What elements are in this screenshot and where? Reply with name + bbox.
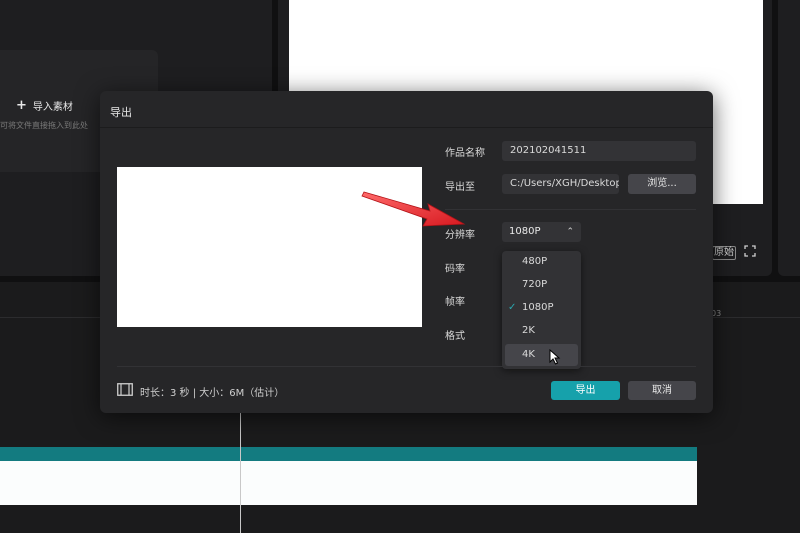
export-dialog: 导出 作品名称 202102041511 导出至 C:/Users/XGH/De… — [100, 91, 713, 413]
import-media-button[interactable]: + 导入素材 — [16, 98, 73, 113]
chevron-up-icon: ⌃ — [566, 227, 574, 237]
path-input[interactable]: C:/Users/XGH/Desktop — [502, 174, 619, 194]
dialog-title: 导出 — [110, 106, 132, 119]
option-2k[interactable]: 2K — [502, 320, 581, 342]
resolution-value: 1080P — [509, 226, 541, 237]
option-label: 720P — [522, 279, 548, 290]
footer-divider — [117, 366, 696, 367]
timeline-clip-header[interactable] — [0, 447, 697, 461]
option-4k[interactable]: 4K — [505, 344, 578, 366]
name-input[interactable]: 202102041511 — [502, 141, 696, 161]
export-button[interactable]: 导出 — [551, 381, 620, 400]
import-hint: 可将文件直接拖入到此处 — [0, 121, 88, 130]
export-info: 时长：3 秒 | 大小：6M（估计） — [140, 388, 285, 399]
playhead[interactable] — [240, 408, 241, 533]
ratio-button[interactable]: 原始 — [712, 246, 736, 260]
option-720p[interactable]: 720P — [502, 274, 581, 296]
check-icon: ✓ — [508, 302, 517, 313]
option-1080p[interactable]: ✓ 1080P — [502, 297, 581, 319]
dialog-divider — [100, 127, 713, 128]
format-label: 格式 — [445, 331, 465, 342]
properties-panel — [778, 0, 800, 276]
annotation-arrow-icon — [361, 191, 466, 227]
cancel-button[interactable]: 取消 — [628, 381, 696, 400]
app-window: + 导入素材 可将文件直接拖入到此处 原始 03 导出 作品名称 2021020… — [0, 0, 800, 533]
bitrate-label: 码率 — [445, 264, 465, 275]
browse-button[interactable]: 浏览... — [628, 174, 696, 194]
option-label: 4K — [522, 349, 535, 360]
film-icon — [117, 383, 133, 396]
option-label: 2K — [522, 325, 535, 336]
name-label: 作品名称 — [445, 148, 485, 159]
option-480p[interactable]: 480P — [502, 251, 581, 273]
option-label: 480P — [522, 256, 548, 267]
section-divider — [445, 209, 696, 210]
mouse-cursor-icon — [549, 349, 561, 365]
resolution-select[interactable]: 1080P ⌃ — [502, 222, 581, 242]
plus-icon: + — [16, 98, 27, 113]
timeline-clip[interactable] — [0, 461, 697, 505]
option-label: 1080P — [522, 302, 554, 313]
resolution-dropdown: 480P 720P ✓ 1080P 2K 4K — [502, 251, 581, 369]
expand-icon[interactable] — [744, 245, 756, 257]
import-media-label: 导入素材 — [32, 102, 73, 113]
framerate-label: 帧率 — [445, 297, 465, 308]
